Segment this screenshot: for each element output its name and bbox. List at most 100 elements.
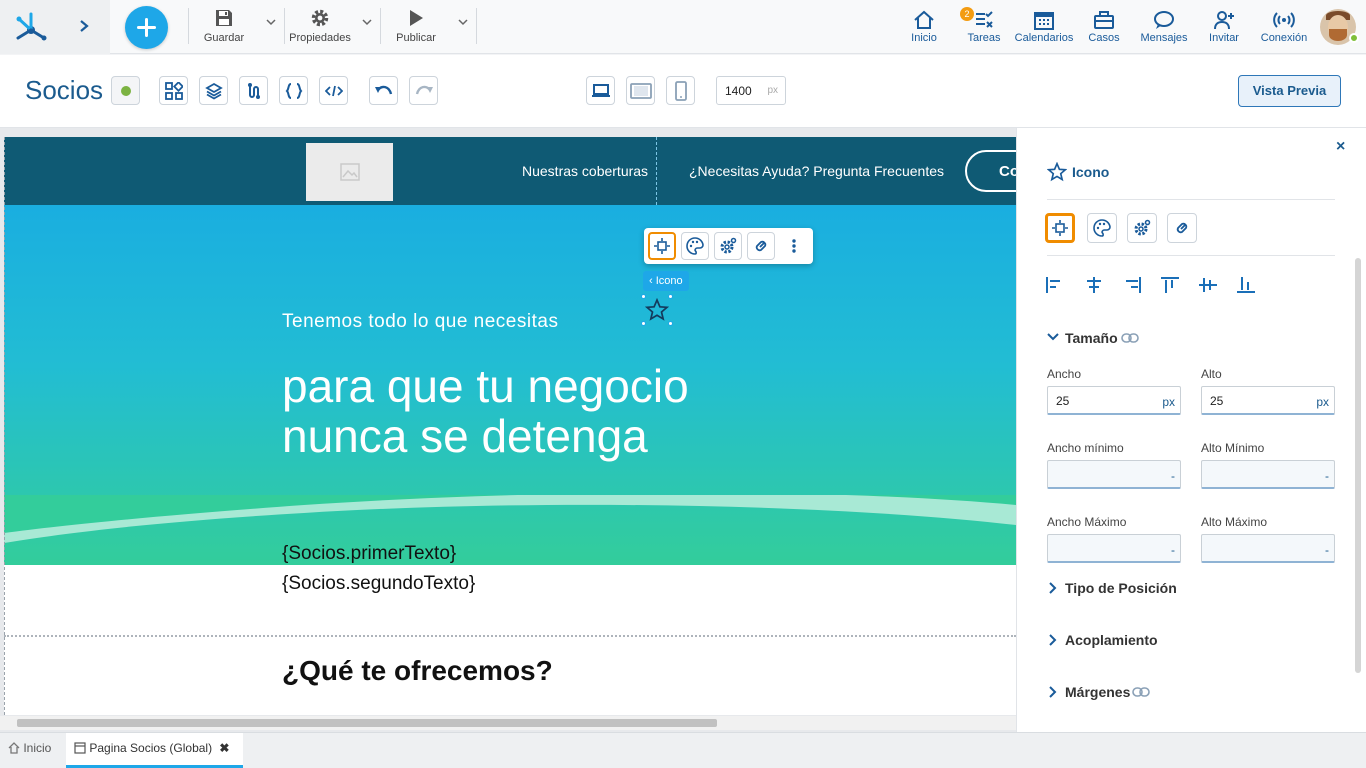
tab-settings[interactable] xyxy=(1127,213,1157,243)
data-source-button[interactable] xyxy=(239,76,268,105)
desktop-view-button[interactable] xyxy=(586,76,615,105)
preview-button[interactable]: Vista Previa xyxy=(1238,75,1341,107)
status-dot xyxy=(120,85,131,96)
nav-messages-label: Mensajes xyxy=(1140,32,1188,44)
gear-icon xyxy=(311,9,329,27)
components-icon xyxy=(164,81,183,100)
chevron-right-icon[interactable] xyxy=(1048,686,1058,698)
tab-link[interactable] xyxy=(1167,213,1197,243)
element-style-button[interactable] xyxy=(681,232,709,260)
size-section-title[interactable]: Tamaño xyxy=(1065,330,1118,346)
publish-dropdown-icon[interactable] xyxy=(458,18,468,26)
variables-button[interactable] xyxy=(279,76,308,105)
top-toolbar: Guardar Propiedades Publicar Inicio 2 Ta… xyxy=(0,0,1366,54)
element-settings-button[interactable] xyxy=(714,232,742,260)
width-unit: px xyxy=(1162,395,1175,409)
undo-button[interactable] xyxy=(369,76,398,105)
element-layout-button[interactable] xyxy=(648,232,676,260)
position-type-section[interactable]: Tipo de Posición xyxy=(1065,580,1177,596)
contact-button[interactable]: Co xyxy=(965,150,1016,192)
star-icon xyxy=(645,298,669,321)
hero-title[interactable]: para que tu negocio nunca se detenga xyxy=(282,361,802,461)
app-logo-icon[interactable] xyxy=(14,10,48,44)
height-input[interactable]: 25 px xyxy=(1201,386,1335,415)
nav-home[interactable]: Inicio xyxy=(904,8,944,48)
properties-button[interactable]: Propiedades xyxy=(288,6,352,48)
redo-button[interactable] xyxy=(409,76,438,105)
save-button[interactable]: Guardar xyxy=(200,6,248,48)
align-top-icon[interactable] xyxy=(1160,276,1180,294)
section-divider xyxy=(4,635,1016,637)
selected-icon-element[interactable] xyxy=(641,294,673,326)
nav-messages[interactable]: Mensajes xyxy=(1138,8,1190,48)
home-icon xyxy=(8,742,20,754)
page-icon xyxy=(74,742,86,754)
panel-scrollbar[interactable] xyxy=(1355,258,1361,673)
nav-link-faq[interactable]: ¿Necesitas Ayuda? Pregunta Frecuentes xyxy=(689,163,944,179)
offer-title[interactable]: ¿Qué te ofrecemos? xyxy=(282,655,553,687)
docking-section[interactable]: Acoplamiento xyxy=(1065,632,1158,648)
nav-link-coverages[interactable]: Nuestras coberturas xyxy=(522,163,648,179)
nav-connection[interactable]: Conexión xyxy=(1258,8,1310,48)
template-text-1[interactable]: {Socios.primerTexto} xyxy=(282,543,456,565)
expand-chevron-icon[interactable] xyxy=(76,16,92,36)
margins-section[interactable]: Márgenes xyxy=(1065,684,1130,700)
tab-layout[interactable] xyxy=(1045,213,1075,243)
resize-handle[interactable] xyxy=(641,321,646,326)
horizontal-scrollbar[interactable] xyxy=(0,716,1016,730)
template-text-2[interactable]: {Socios.segundoTexto} xyxy=(282,573,475,595)
align-right-icon[interactable] xyxy=(1122,276,1142,294)
site-logo-placeholder[interactable] xyxy=(306,143,393,201)
page-canvas[interactable]: Nuestras coberturas ¿Necesitas Ayuda? Pr… xyxy=(4,137,1016,715)
link-chain-icon[interactable] xyxy=(1121,332,1139,344)
chevron-right-icon[interactable] xyxy=(1048,582,1058,594)
hero-subtitle[interactable]: Tenemos todo lo que necesitas xyxy=(282,311,558,333)
canvas-width-unit: px xyxy=(767,85,778,96)
nav-calendars[interactable]: Calendarios xyxy=(1014,8,1074,48)
code-button[interactable] xyxy=(319,76,348,105)
tab-style[interactable] xyxy=(1087,213,1117,243)
link-chain-icon[interactable] xyxy=(1132,686,1150,698)
components-button[interactable] xyxy=(159,76,188,105)
add-button[interactable] xyxy=(125,6,168,49)
publish-button[interactable]: Publicar xyxy=(392,6,440,48)
max-width-input[interactable]: - xyxy=(1047,534,1181,563)
nav-cases[interactable]: Casos xyxy=(1084,8,1124,48)
mobile-view-button[interactable] xyxy=(666,76,695,105)
align-center-horizontal-icon[interactable] xyxy=(1084,276,1104,294)
online-status-dot xyxy=(1349,33,1359,43)
page-status-button[interactable] xyxy=(111,76,140,105)
max-height-input[interactable]: - xyxy=(1201,534,1335,563)
nav-tasks[interactable]: 2 Tareas xyxy=(960,7,1004,48)
resize-handle[interactable] xyxy=(668,294,673,299)
tablet-icon xyxy=(629,82,652,99)
min-width-input[interactable]: - xyxy=(1047,460,1181,489)
logo-zone xyxy=(0,0,110,54)
tab-page-socios[interactable]: Pagina Socios (Global) ✖ xyxy=(66,733,243,768)
element-link-button[interactable] xyxy=(747,232,775,260)
align-bottom-icon[interactable] xyxy=(1236,276,1256,294)
align-middle-vertical-icon[interactable] xyxy=(1198,276,1218,294)
code-icon xyxy=(324,85,343,96)
bottom-tab-bar: Inicio Pagina Socios (Global) ✖ xyxy=(0,732,1366,768)
properties-dropdown-icon[interactable] xyxy=(362,18,372,26)
align-left-icon[interactable] xyxy=(1045,276,1065,294)
save-dropdown-icon[interactable] xyxy=(266,18,276,26)
nav-invite[interactable]: Invitar xyxy=(1204,8,1244,48)
canvas-width-input[interactable]: 1400 px xyxy=(716,76,786,105)
layers-button[interactable] xyxy=(199,76,228,105)
resize-handle[interactable] xyxy=(668,321,673,326)
selected-element-tag[interactable]: ‹ Icono xyxy=(643,271,689,291)
width-input[interactable]: 25 px xyxy=(1047,386,1181,415)
min-height-input[interactable]: - xyxy=(1201,460,1335,489)
tablet-view-button[interactable] xyxy=(626,76,655,105)
element-more-button[interactable] xyxy=(780,232,808,260)
chevron-right-icon[interactable] xyxy=(1048,634,1058,646)
site-header[interactable]: Nuestras coberturas ¿Necesitas Ayuda? Pr… xyxy=(4,137,1016,205)
scrollbar-thumb[interactable] xyxy=(17,719,717,727)
chevron-down-icon[interactable] xyxy=(1047,332,1059,342)
close-tab-icon[interactable]: ✖ xyxy=(219,741,229,755)
tab-home[interactable]: Inicio xyxy=(8,733,64,768)
close-icon[interactable]: × xyxy=(1336,138,1345,156)
resize-handle[interactable] xyxy=(641,294,646,299)
